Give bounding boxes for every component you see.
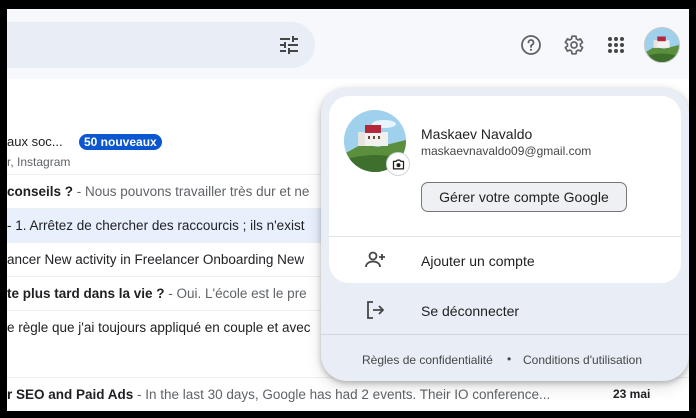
person-add-icon (365, 251, 385, 268)
account-avatar-button[interactable] (644, 27, 680, 63)
footer-divider (321, 334, 689, 335)
email-row[interactable]: r SEO and Paid Ads - In the last 30 days… (7, 377, 689, 411)
camera-icon (392, 159, 404, 169)
email-subject: conseils ? (7, 184, 74, 199)
manage-account-button[interactable]: Gérer votre compte Google (421, 182, 627, 212)
search-bar[interactable] (7, 22, 315, 68)
email-snippet: - 1. Arrêtez de chercher des raccourcis … (7, 218, 305, 233)
email-snippet: - In the last 30 days, Google has had 2 … (133, 387, 551, 402)
email-snippet: - Nous pouvons travailler très dur et ne (73, 184, 310, 199)
add-account-item[interactable]: Ajouter un compte (329, 237, 681, 283)
menu-footer: Règles de confidentialité • Conditions d… (321, 352, 689, 367)
account-menu: Maskaev Navaldo maskaevnavaldo09@gmail.c… (321, 88, 689, 381)
email-subject: r SEO and Paid Ads (7, 387, 134, 402)
footer-separator: • (507, 352, 512, 366)
account-email: maskaevnavaldo09@gmail.com (421, 144, 592, 158)
logout-icon (367, 301, 384, 319)
sign-out-item[interactable]: Se déconnecter (329, 287, 681, 333)
gmail-window: aux soc... 50 nouveaux r, Instagram cons… (7, 9, 689, 411)
add-account-label: Ajouter un compte (421, 253, 535, 269)
sign-out-label: Se déconnecter (421, 303, 520, 319)
promotions-senders: r, Instagram (7, 155, 71, 169)
email-snippet: e règle que j'ai toujours appliqué en co… (7, 320, 311, 335)
new-count-badge: 50 nouveaux (79, 134, 162, 150)
top-bar (7, 9, 689, 79)
privacy-link[interactable]: Règles de confidentialité (362, 353, 493, 367)
tune-icon[interactable] (277, 33, 301, 57)
help-icon[interactable] (519, 33, 543, 57)
palace-avatar-image (645, 28, 679, 62)
email-snippet: - Oui. L'école est le pre (164, 286, 307, 301)
account-card: Maskaev Navaldo maskaevnavaldo09@gmail.c… (329, 96, 681, 283)
apps-grid-icon[interactable] (604, 33, 628, 57)
gear-icon[interactable] (561, 33, 585, 57)
terms-link[interactable]: Conditions d'utilisation (523, 353, 642, 367)
account-name: Maskaev Navaldo (421, 126, 533, 142)
promotions-title: aux soc... (7, 134, 63, 149)
email-snippet: ancer New activity in Freelancer Onboard… (7, 252, 305, 267)
email-date: 23 mai (613, 387, 651, 401)
change-photo-button[interactable] (386, 152, 410, 176)
email-subject: te plus tard dans la vie ? (7, 286, 165, 301)
